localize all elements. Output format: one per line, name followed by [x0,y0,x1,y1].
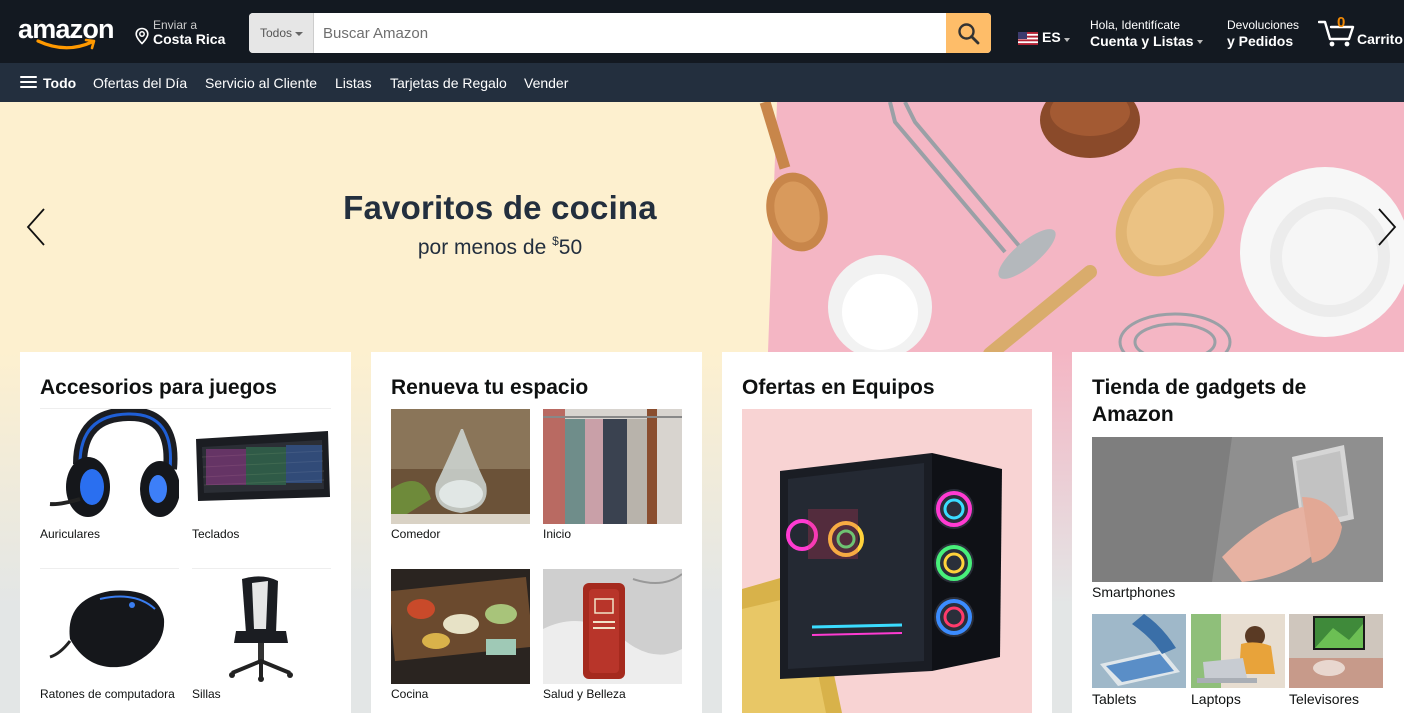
card-title-line1: Tienda de gadgets de [1092,376,1307,399]
account-and-lists[interactable]: Hola, Identifícate Cuenta y Listas [1090,18,1210,52]
us-flag-icon [1018,32,1038,45]
secondary-navigation: Todo Ofertas del Día Servicio al Cliente… [0,63,1404,102]
tile-label: Inicio [543,527,572,541]
card-amazon-gadgets-store: Tienda de gadgets de Amazon Smartphones T… [1072,352,1404,713]
cart-button[interactable]: 0 Carrito [1318,14,1404,52]
tile-tablets[interactable]: Tablets [1092,614,1186,709]
tile-televisions[interactable]: Televisores [1289,614,1383,709]
chevron-down-icon [1064,38,1070,42]
deliver-label: Enviar a [153,18,198,32]
tile-label: Salud y Belleza [543,687,626,701]
tile-label: Sillas [192,687,221,701]
location-pin-icon [135,27,149,45]
search-icon [958,23,980,45]
hamburger-menu-icon [20,76,37,89]
tile-label: Laptops [1191,691,1241,707]
language-code: ES [1042,29,1061,45]
gaming-pc-image [742,409,1032,713]
carousel-prev-arrow-icon[interactable] [25,206,47,248]
tile-label: Comedor [391,527,441,541]
chevron-down-icon [295,31,304,36]
nav-link-customer-service[interactable]: Servicio al Cliente [205,75,317,91]
tile-label: Tablets [1092,691,1137,707]
nav-link-gift-cards[interactable]: Tarjetas de Regalo [390,75,507,91]
cart-label: Carrito [1357,31,1403,47]
headset-image [49,409,179,517]
tile-headsets[interactable]: Auriculares [40,409,179,544]
tile-home[interactable]: Inicio [543,409,682,544]
kitchen-food-image [391,569,530,684]
account-greeting: Hola, Identifícate [1090,18,1181,32]
hero-title: Favoritos de cocina [343,189,657,226]
orders-label: y Pedidos [1227,33,1294,49]
mouse-image [49,590,165,668]
nav-link-todays-deals[interactable]: Ofertas del Día [93,75,187,91]
tile-label: Televisores [1289,691,1360,707]
hero-currency: $ [552,234,559,248]
tile-keyboards[interactable]: Teclados [192,409,331,544]
returns-label: Devoluciones [1227,18,1300,32]
home-textiles-image [543,409,682,524]
tile-label: Auriculares [40,527,101,541]
card-computer-deals: Ofertas en Equipos [722,352,1052,713]
tile-computer-mice[interactable]: Ratones de computadora [40,569,179,704]
card-title[interactable]: Accesorios para juegos [40,374,277,401]
laptop-image [1191,614,1285,688]
deliver-country: Costa Rica [153,31,226,47]
nav-link-sell[interactable]: Vender [524,75,568,91]
tile-label: Cocina [391,687,429,701]
keyboard-image [196,431,330,501]
gaming-chair-image [229,576,293,682]
all-menu-label: Todo [43,75,77,91]
amazon-logo[interactable]: amazon [14,10,119,52]
deliver-to-location[interactable]: Enviar a Costa Rica [134,16,234,50]
tile-gaming-pc[interactable] [742,409,1032,713]
tablet-image [1092,614,1186,688]
top-navigation-bar: amazon Enviar a Costa Rica Todos Buscar … [0,0,1404,63]
search-button[interactable] [946,13,991,53]
tile-smartphones[interactable]: Smartphones [1092,437,1383,602]
search-input[interactable] [314,13,946,53]
tile-label: Teclados [192,527,240,541]
search-bar: Todos [249,13,991,53]
hero-amount: 50 [558,236,583,259]
tile-laptops[interactable]: Laptops [1191,614,1285,709]
tile-label: Ratones de computadora [40,687,175,701]
language-selector[interactable]: ES [1018,29,1073,47]
returns-and-orders[interactable]: Devoluciones y Pedidos [1227,18,1307,52]
tile-chairs[interactable]: Sillas [192,569,331,704]
card-title[interactable]: Tienda de gadgets de Amazon [1092,374,1382,428]
card-title-line2: Amazon [1092,403,1174,426]
tile-health-beauty[interactable]: Salud y Belleza [543,569,682,704]
card-gaming-accessories: Accesorios para juegos Auriculares Tecla… [20,352,351,713]
television-image [1289,614,1383,688]
search-category-label: Todos [260,26,293,40]
tile-label: Smartphones [1092,584,1176,600]
smartphone-image [1092,437,1383,582]
search-category-dropdown[interactable]: Todos [249,13,314,53]
tile-dining[interactable]: Comedor [391,409,530,544]
hero-subtitle-text: por menos de [417,236,553,259]
card-refresh-your-space: Renueva tu espacio Comedor Inicio Cocina… [371,352,702,713]
dining-image [391,409,530,524]
nav-link-lists[interactable]: Listas [335,75,372,91]
hero-subtitle: por menos de $50 [290,234,710,260]
card-title[interactable]: Ofertas en Equipos [742,374,935,401]
beauty-product-image [543,569,682,684]
tile-kitchen[interactable]: Cocina [391,569,530,704]
logo-smile-icon [36,38,96,50]
cart-count: 0 [1337,14,1346,31]
account-label: Cuenta y Listas [1090,33,1194,49]
card-title[interactable]: Renueva tu espacio [391,374,588,401]
carousel-next-arrow-icon[interactable] [1376,206,1398,248]
chevron-down-icon [1197,40,1204,45]
